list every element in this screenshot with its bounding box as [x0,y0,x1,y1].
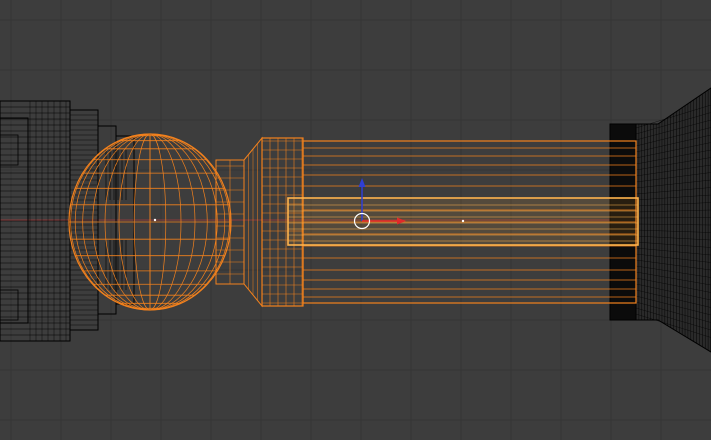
viewport-canvas[interactable] [0,0,711,440]
left-end-cap-mesh[interactable] [0,100,135,342]
3d-viewport[interactable] [0,0,711,440]
wire-loop [0,134,19,166]
z-axis-arrow-icon[interactable] [358,178,366,187]
origin-dot-icon [153,218,157,222]
median-dot-icon [461,219,465,223]
